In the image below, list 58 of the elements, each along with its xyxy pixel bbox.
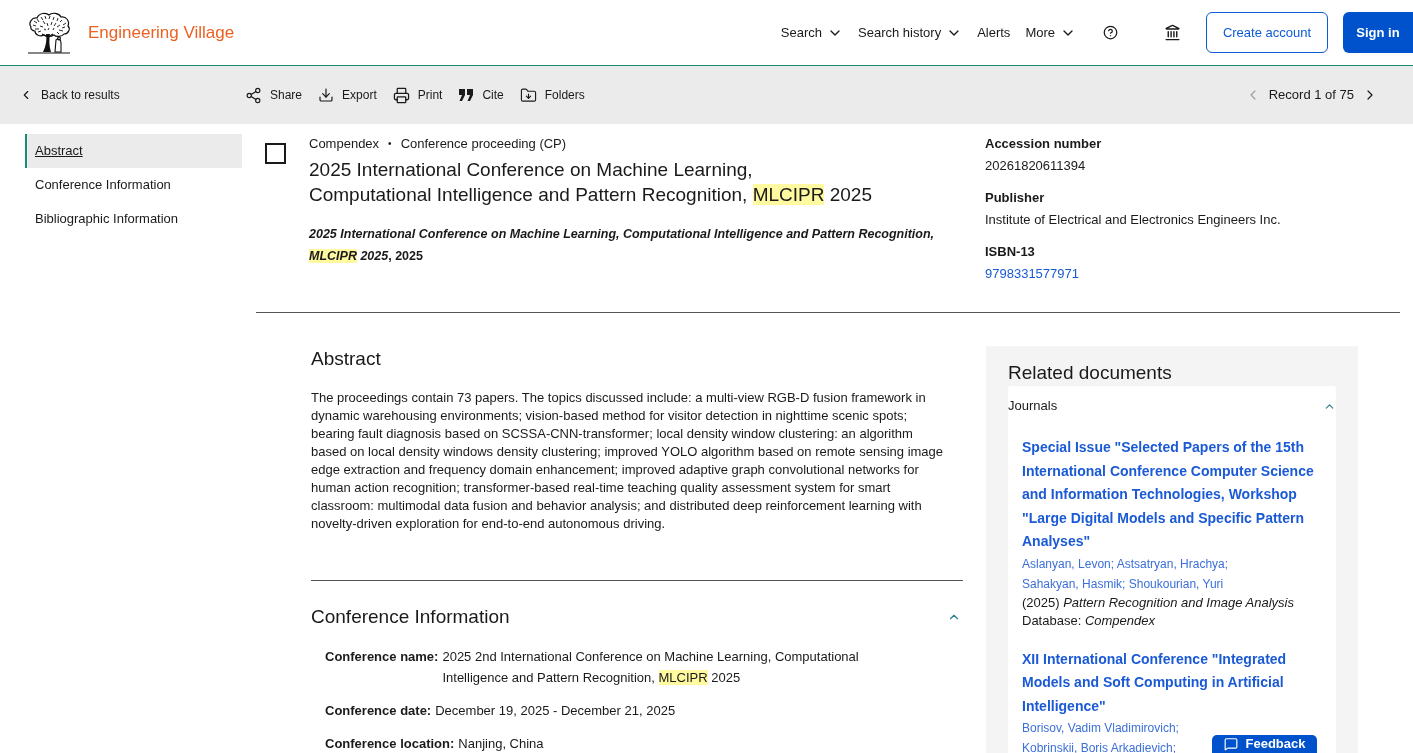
nav-menu-item[interactable]: Alerts: [977, 22, 1011, 43]
database-label: Compendex: [309, 135, 380, 153]
section-nav-item[interactable]: Conference Information: [25, 168, 242, 202]
record-title: 2025 International Conference on Machine Learning, Computational Intelligence and Pattern Recognition, MLCIPR 2025: [309, 158, 873, 207]
share-icon: [245, 86, 262, 104]
help-icon[interactable]: [1103, 25, 1118, 40]
create-account-button[interactable]: Create account: [1206, 12, 1328, 53]
field-value: December 19, 2025 - December 21, 2025: [435, 702, 677, 720]
panel-heading: Related documents: [1008, 361, 1173, 385]
nav-menu-item[interactable]: More: [1025, 22, 1076, 43]
field-label: Conference location:: [325, 735, 455, 753]
author-link[interactable]: Kobrinskii, Boris Arkadievich;: [1022, 741, 1177, 753]
field-label: Conference name:: [325, 648, 439, 666]
back-to-results-link[interactable]: Back to results: [19, 86, 120, 104]
group-label[interactable]: Journals: [1008, 397, 1058, 415]
toolbar-button[interactable]: Export: [318, 86, 379, 104]
field-label: Conference date:: [325, 702, 432, 720]
detail-value: 20261820611394: [985, 157, 1087, 175]
folder-arrow-icon: [519, 86, 537, 104]
citation-text: (2025) Pattern Recognition and Image Analysis: [1022, 593, 1295, 612]
section-nav-item[interactable]: Abstract: [25, 134, 242, 168]
sign-in-button[interactable]: Sign in: [1343, 12, 1413, 53]
nav-menu-item[interactable]: Search: [780, 22, 844, 43]
field-value: Nanjing, China: [458, 735, 545, 753]
author-link[interactable]: Shoukourian, Yuri: [1128, 576, 1224, 591]
section-nav-item[interactable]: Bibliographic Information: [25, 202, 242, 236]
author-link[interactable]: Borisov, Vadim Vladimirovich;: [1022, 721, 1179, 735]
toolbar-button[interactable]: Folders: [519, 86, 587, 104]
nav-menu-item[interactable]: Search history: [858, 22, 963, 43]
document-title-link[interactable]: XII International Conference "Integrated Models and Soft Computing in Artificial Intelligence": [1022, 647, 1322, 718]
database-text: Database: Compendex: [1022, 611, 1156, 630]
printer-icon: [392, 86, 410, 104]
select-checkbox[interactable]: [265, 143, 286, 164]
bank-building-icon[interactable]: [1164, 24, 1181, 41]
document-type-label: Conference proceeding (CP): [400, 135, 567, 153]
record-counter: Record 1 of 75: [1268, 86, 1354, 105]
bullet-separator: •: [388, 137, 392, 151]
download-icon: [318, 87, 335, 103]
author-link[interactable]: Astsatryan, Hrachya;: [1116, 556, 1229, 571]
detail-label: ISBN-13: [985, 243, 1036, 261]
toolbar-button[interactable]: Share: [245, 86, 305, 104]
detail-value: Institute of Electrical and Electronics Engineers Inc.: [985, 211, 1282, 229]
feedback-button[interactable]: Feedback: [1212, 735, 1317, 753]
author-link[interactable]: Sahakyan, Hasmik;: [1022, 576, 1126, 591]
document-title-link[interactable]: Special Issue "Selected Papers of the 15th International Conference Computer Science and Information Technologies, Workshop "Large Digital Models and Specific Pattern Analyses": [1022, 436, 1322, 554]
field-value: 2025 2nd International Conference on Machine Learning, Computational Intelligence and Pattern Recognition, MLCIPR 2025: [442, 648, 860, 687]
author-link[interactable]: Aslanyan, Levon;: [1022, 556, 1115, 571]
toolbar-button[interactable]: Print: [392, 86, 445, 104]
section-heading: Conference Information: [311, 605, 510, 629]
quote-icon: [458, 88, 475, 102]
abstract-text: The proceedings contain 73 papers. The topics discussed include: a multi-view RGB-D fusion framework in dynamic warehousing environments; vision-based method for visitor detection in nighttime scenic spots; bearing fault diagnosis based on SCSSA-CNN-transformer; local density window clustering: an algorithm based on local density windows density clustering; improved YOLO algorithm based on remote sensing image edge extraction and frequency domain enhancement; improved adaptive graph convolutional networks for human action recognition; transformer-based real-time teaching quality assessment system for smart classroom: multimodal data fusion and behavior analysis; and distributed deep reinforcement learning with novelty-driven exploration for end-to-end autonomous driving.: [311, 389, 945, 533]
chat-bubble-icon: [1223, 737, 1238, 751]
source-title: 2025 International Conference on Machine Learning, Computational Intelligence and Pattern Recognition, MLCIPR 2025, 2025: [309, 226, 936, 265]
toolbar-button[interactable]: Cite: [458, 86, 506, 104]
detail-label: Publisher: [985, 189, 1046, 207]
section-heading: Abstract: [311, 347, 382, 371]
isbn-link[interactable]: 9798331577971: [985, 266, 1079, 281]
detail-label: Accession number: [985, 135, 1103, 153]
